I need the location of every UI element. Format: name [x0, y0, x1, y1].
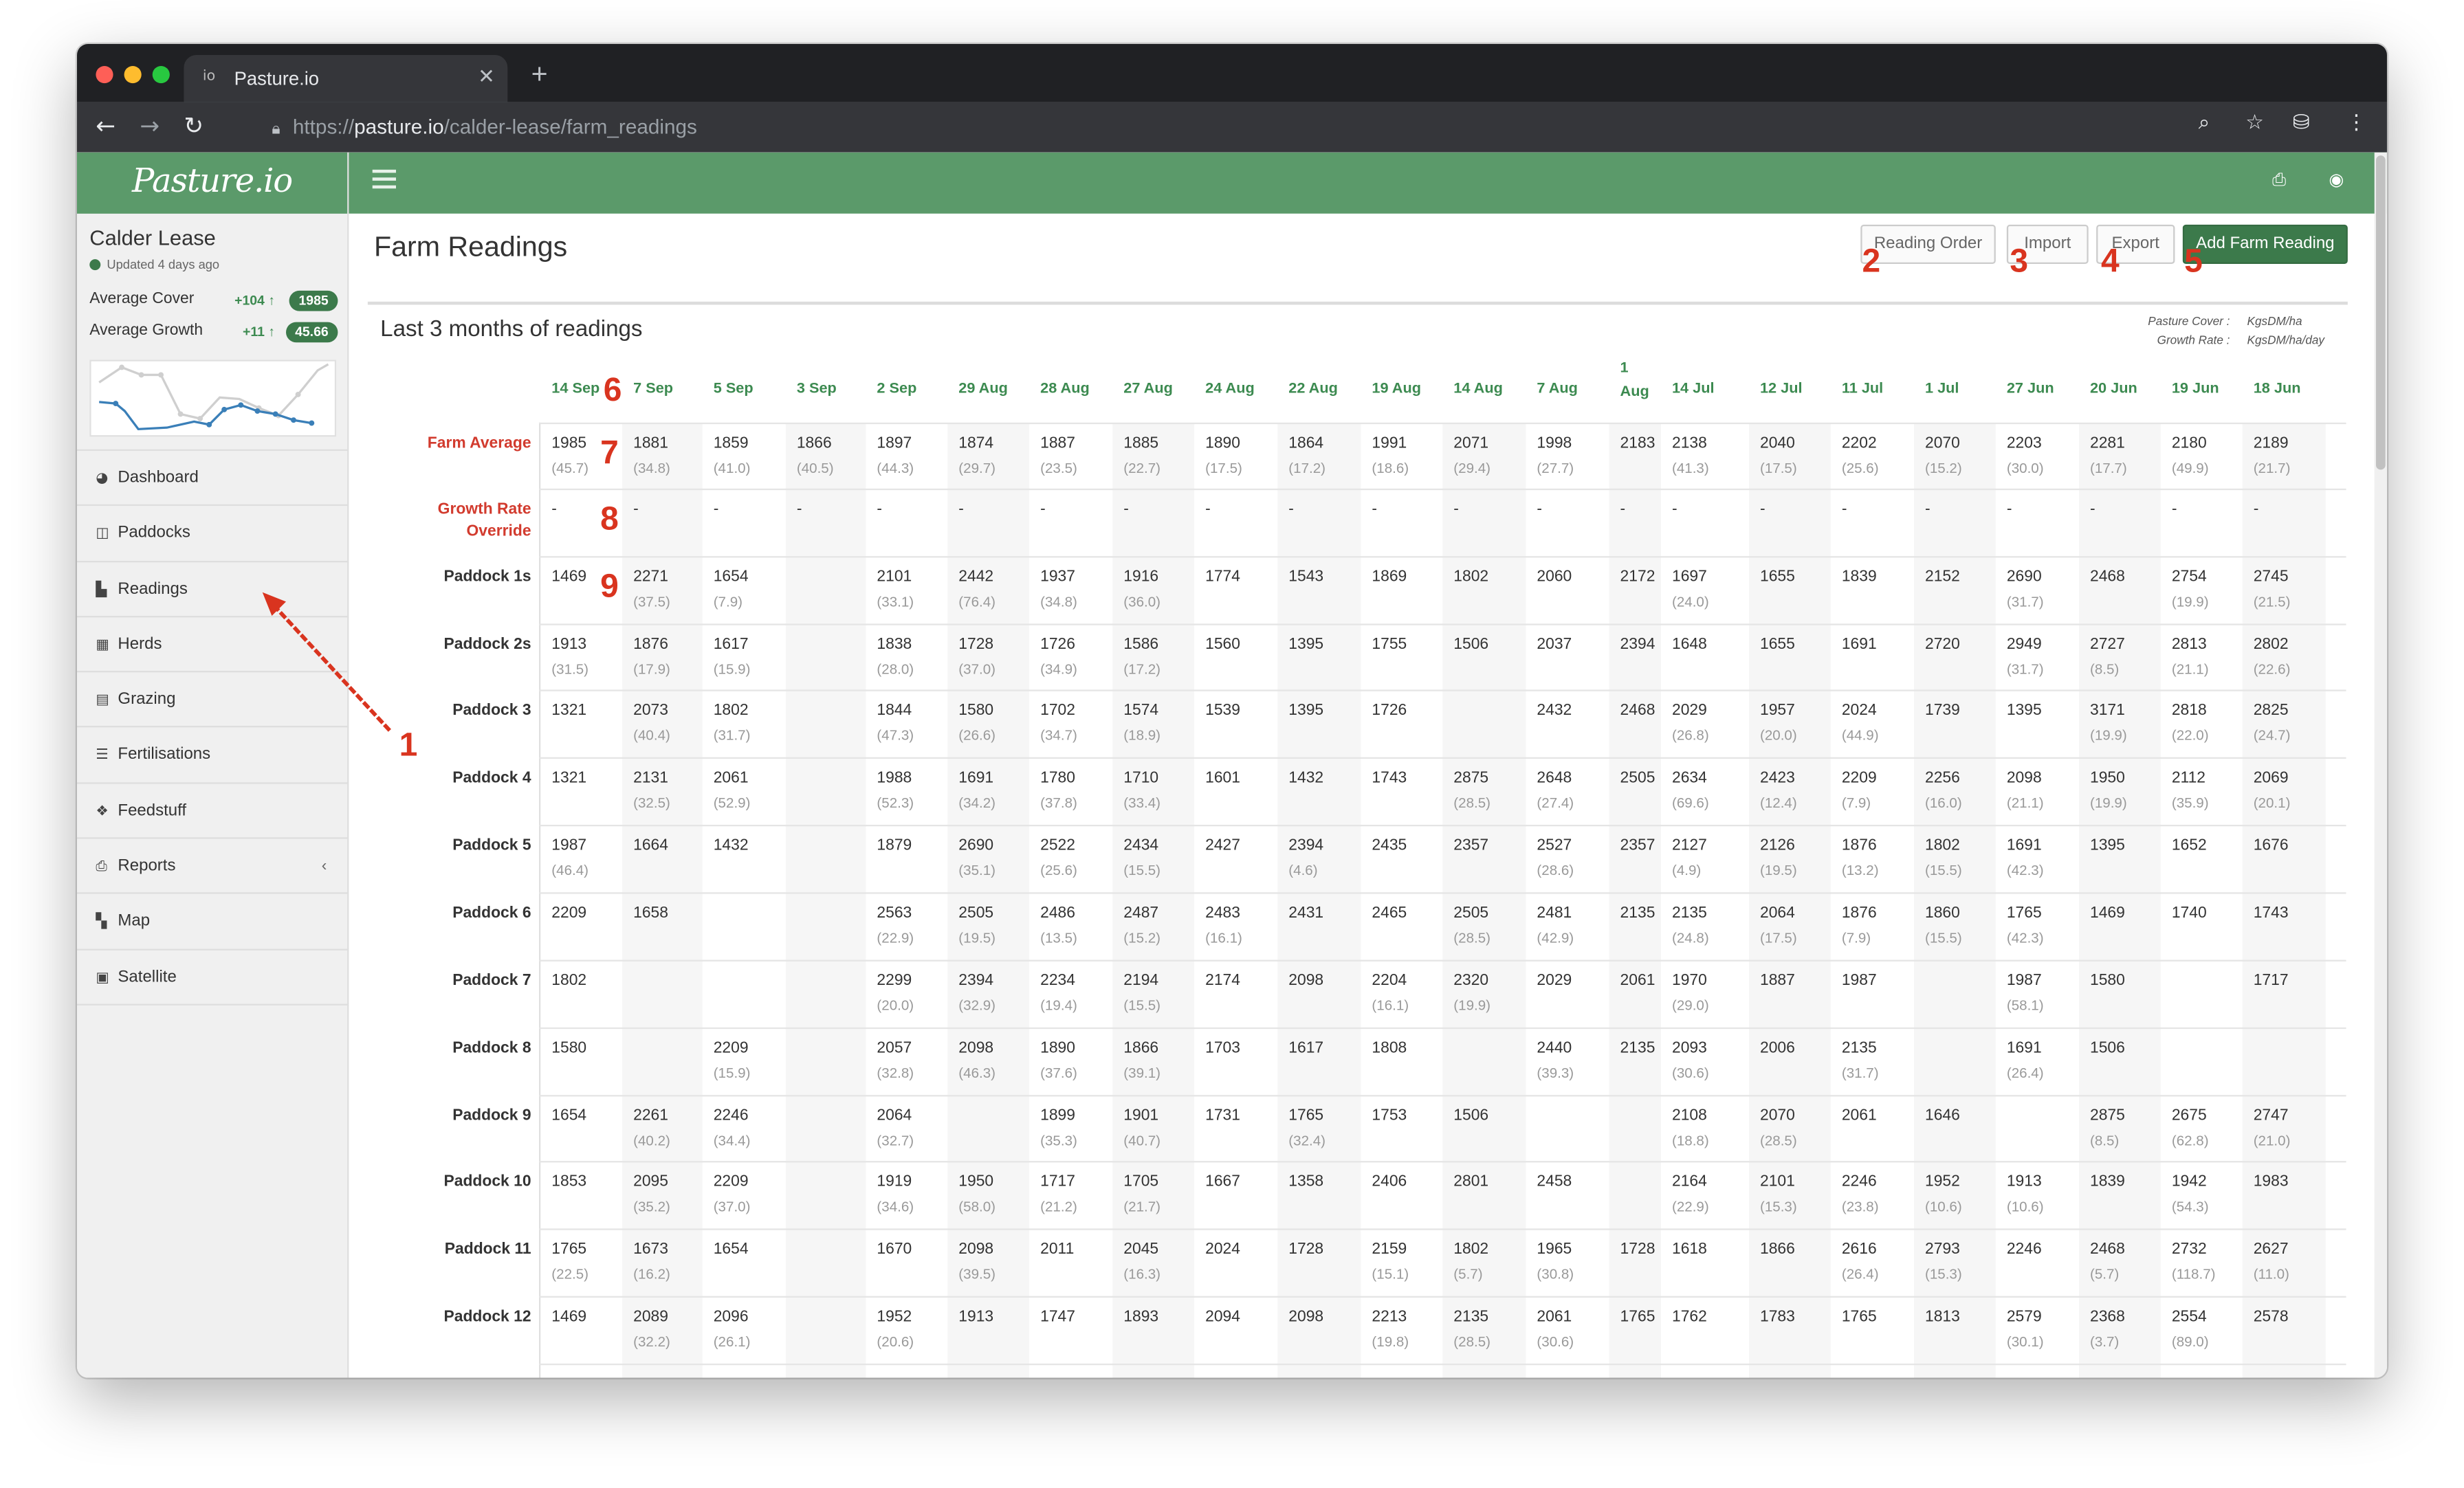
annotation-arrow — [262, 592, 391, 732]
browser-window: io Pasture.io ✕ + ← → ↻ 🔒︎ https://pastur… — [76, 43, 2387, 1378]
screenshot-canvas: io Pasture.io ✕ + ← → ↻ 🔒︎ https://pastur… — [0, 0, 2464, 1488]
